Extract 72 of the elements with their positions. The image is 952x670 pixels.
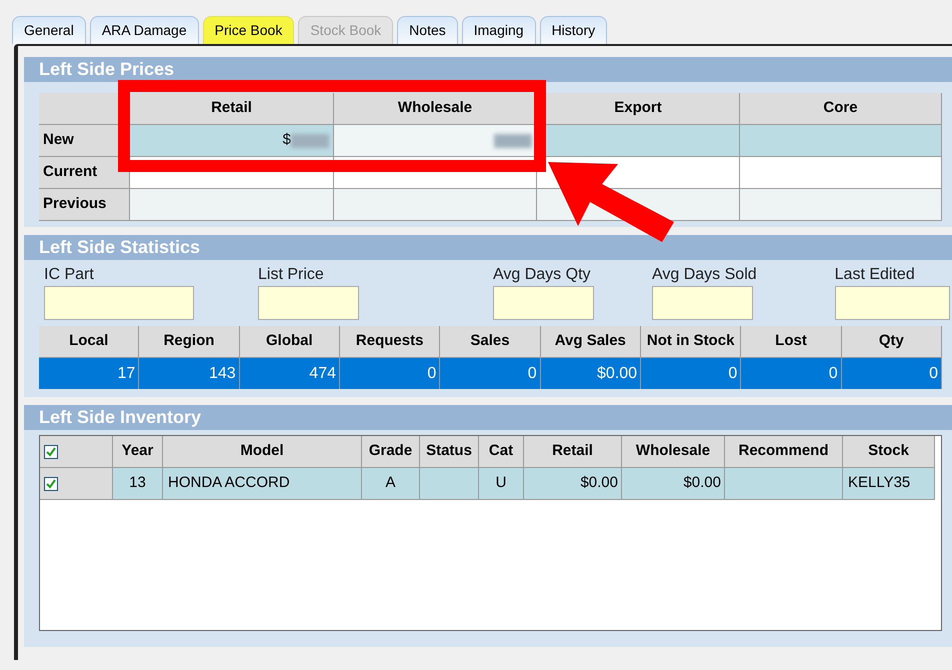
column-header: Recommend bbox=[725, 436, 843, 468]
column-header: Not in Stock bbox=[641, 326, 742, 358]
table-cell[interactable]: 0 bbox=[842, 358, 942, 389]
table-cell[interactable]: 0 bbox=[440, 358, 541, 389]
column-header: Avg Sales bbox=[540, 326, 641, 358]
column-header: Core bbox=[740, 93, 942, 125]
tab[interactable]: General bbox=[12, 16, 86, 44]
column-header: Status bbox=[420, 436, 479, 468]
table-cell[interactable] bbox=[334, 125, 537, 157]
table-cell[interactable] bbox=[740, 189, 942, 221]
table-cell[interactable]: 143 bbox=[139, 358, 240, 389]
table-cell[interactable]: A bbox=[362, 468, 420, 500]
column-header: Model bbox=[163, 436, 362, 468]
field-label: Avg Days Qty bbox=[493, 266, 592, 285]
table-cell[interactable]: 13 bbox=[113, 468, 163, 500]
field-label: Last Edited bbox=[834, 266, 916, 285]
table-cell[interactable] bbox=[725, 468, 843, 500]
table-cell[interactable]: U bbox=[479, 468, 524, 500]
table-cell[interactable]: KELLY35 bbox=[843, 468, 935, 500]
table-cell[interactable] bbox=[334, 189, 537, 221]
column-header: Year bbox=[113, 436, 163, 468]
blurred-text bbox=[494, 134, 532, 148]
column-header: Wholesale bbox=[622, 436, 725, 468]
column-header: Requests bbox=[340, 326, 440, 358]
table-cell[interactable] bbox=[130, 189, 334, 221]
row-header: Previous bbox=[39, 189, 130, 221]
table-cell[interactable] bbox=[420, 468, 479, 500]
column-header: Sales bbox=[440, 326, 541, 358]
input-field[interactable] bbox=[493, 286, 594, 320]
tab[interactable]: Price Book bbox=[202, 16, 294, 44]
table-cell[interactable]: 0 bbox=[641, 358, 742, 389]
column-header: Retail bbox=[130, 93, 334, 125]
table-cell[interactable] bbox=[740, 125, 942, 157]
field-label: Avg Days Sold bbox=[652, 266, 757, 285]
column-header: Local bbox=[39, 326, 140, 358]
input-field[interactable] bbox=[652, 286, 753, 320]
column-header: Qty bbox=[842, 326, 942, 358]
table-cell[interactable]: $0.00 bbox=[622, 468, 725, 500]
column-header: Retail bbox=[524, 436, 622, 468]
table-cell[interactable]: 0 bbox=[741, 358, 842, 389]
tab[interactable]: Imaging bbox=[462, 16, 536, 44]
cell-text: $ bbox=[282, 130, 291, 150]
column-header: Region bbox=[139, 326, 240, 358]
tab[interactable]: Notes bbox=[397, 16, 458, 44]
field-label: List Price bbox=[258, 266, 325, 285]
section-title: Left Side Inventory bbox=[24, 405, 952, 430]
column-header: Global bbox=[240, 326, 340, 358]
section-title: Left Side Statistics bbox=[24, 235, 952, 260]
column-header: Grade bbox=[362, 436, 420, 468]
tab[interactable]: History bbox=[540, 16, 608, 44]
table-cell[interactable]: $0.00 bbox=[540, 358, 641, 389]
column-header: Wholesale bbox=[334, 93, 537, 125]
table-cell[interactable]: 0 bbox=[340, 358, 440, 389]
blurred-text bbox=[291, 134, 329, 148]
field-label: IC Part bbox=[44, 266, 95, 285]
table-cell[interactable]: $0.00 bbox=[524, 468, 622, 500]
checkbox[interactable] bbox=[44, 476, 58, 490]
column-header: Lost bbox=[741, 326, 842, 358]
section-title: Left Side Prices bbox=[24, 57, 952, 82]
tab[interactable]: ARA Damage bbox=[90, 16, 199, 44]
checkbox[interactable] bbox=[44, 444, 58, 458]
table-cell[interactable]: HONDA ACCORD bbox=[163, 468, 362, 500]
column-header: Cat bbox=[479, 436, 524, 468]
input-field[interactable] bbox=[44, 286, 194, 320]
table-cell[interactable]: $ bbox=[130, 125, 334, 157]
input-field[interactable] bbox=[258, 286, 359, 320]
row-header: Current bbox=[39, 157, 130, 189]
column-header: Stock bbox=[843, 436, 935, 468]
table-cell[interactable]: 474 bbox=[240, 358, 340, 389]
table-cell[interactable]: 17 bbox=[39, 358, 140, 389]
table-cell[interactable] bbox=[740, 157, 942, 189]
input-field[interactable] bbox=[834, 286, 950, 320]
